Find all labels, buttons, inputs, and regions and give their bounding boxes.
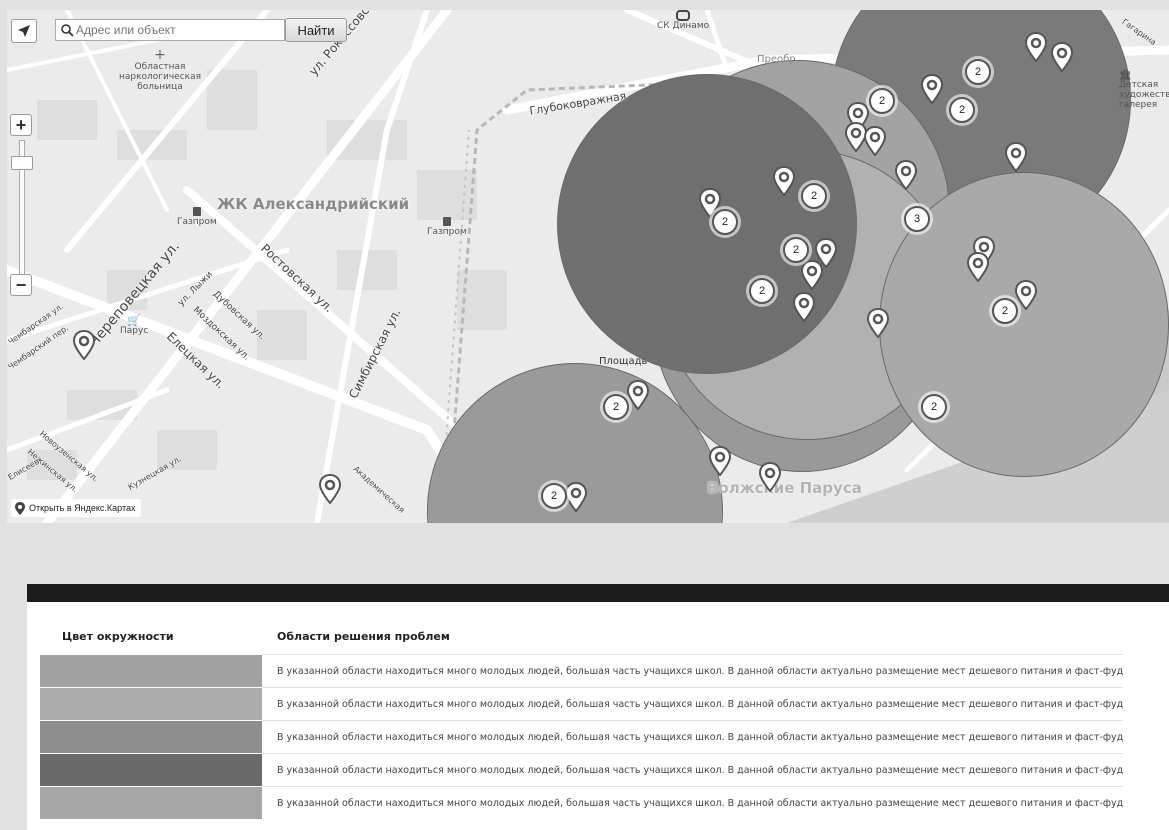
location-pin-icon[interactable] [709,446,731,476]
column-header-problems: Области решения проблем [277,629,450,643]
cluster-marker[interactable]: 2 [921,394,947,420]
poi-gazprom-2: Газпром [427,217,467,238]
color-swatch [40,786,262,819]
district-aleksandriyskiy: ЖК Александрийский [217,195,410,213]
poi-gazprom-1: Газпром [177,207,217,228]
table-row: В указанной области находиться много мол… [40,720,1124,754]
hospital-icon: + [154,47,166,63]
location-pin-icon[interactable] [627,380,649,410]
color-swatch [40,753,262,787]
district-volzhskie: Волжские Паруса [707,479,862,497]
poi-gazprom-2-label: Газпром [427,227,467,237]
stadium-icon [676,10,691,21]
poi-dinamo: СК Динамо [657,10,709,32]
table-header-row: Цвет окружности Области решения проблем [40,625,1123,655]
color-swatch [40,720,262,754]
location-pin-icon[interactable] [801,260,823,290]
poi-preobr: Преобр [757,54,796,65]
zoom-out-button[interactable]: − [10,274,32,296]
location-pin-icon[interactable] [1005,142,1027,172]
legend-table: Цвет окружности Области решения проблем … [40,625,1124,819]
location-pin-icon[interactable] [73,330,95,360]
poi-ploshad: Площадь [599,356,648,367]
table-row: В указанной области находиться много мол… [40,654,1124,688]
location-pin-icon[interactable] [565,482,587,512]
cluster-marker[interactable]: 2 [541,483,567,509]
poi-dinamo-label: СК Динамо [657,21,710,31]
cluster-marker[interactable]: 2 [949,97,975,123]
problem-description: В указанной области находиться много мол… [262,654,1124,688]
location-pin-icon[interactable] [793,292,815,322]
problem-description: В указанной области находиться много мол… [262,720,1124,754]
color-swatch [40,687,262,721]
cluster-marker[interactable]: 2 [749,278,775,304]
geolocation-button[interactable] [11,19,37,43]
poi-hospital-label: Областная наркологическая больница [118,62,202,93]
location-pin-icon[interactable] [1025,32,1047,62]
cluster-marker[interactable]: 3 [904,206,930,232]
location-pin-icon[interactable] [864,126,886,156]
location-arrow-icon [18,25,30,37]
location-pin-icon[interactable] [1051,42,1073,72]
color-swatch [40,654,262,688]
poi-parus-label: Парус [120,326,149,337]
cluster-marker[interactable]: 2 [712,209,738,235]
poi-gallery-label: Детская художественная галерея [1119,80,1169,110]
location-pin-icon[interactable] [867,308,889,338]
zoom-in-button[interactable]: + [10,114,32,136]
poi-hospital: + Областная наркологическая больница [115,47,205,93]
table-row: В указанной области находиться много мол… [40,753,1124,787]
cluster-marker[interactable]: 2 [603,394,629,420]
problem-description: В указанной области находиться много мол… [262,753,1124,787]
problem-description: В указанной области находиться много мол… [262,786,1124,819]
legend-panel: Цвет окружности Области решения проблем … [27,584,1169,830]
cluster-marker[interactable]: 2 [992,298,1018,324]
poi-gazprom-1-label: Газпром [177,217,217,227]
location-pin-icon[interactable] [759,462,781,492]
poi-gallery: 🏛 Детская художественная галерея [1119,70,1169,111]
location-pin-icon[interactable] [895,160,917,190]
poi-parus: 🛒 Парус [120,314,149,337]
problem-description: В указанной области находиться много мол… [262,687,1124,721]
location-pin-icon[interactable] [967,252,989,282]
search-icon [61,24,74,37]
location-pin-icon[interactable] [773,166,795,196]
location-pin-icon[interactable] [319,474,341,504]
table-row: В указанной области находиться много мол… [40,786,1124,819]
circle-f[interactable] [557,74,857,374]
cluster-marker[interactable]: 2 [801,183,827,209]
table-row: В указанной области находиться много мол… [40,687,1124,721]
column-header-color: Цвет окружности [62,629,174,643]
open-in-yandex-maps-link[interactable]: Открыть в Яндекс.Картах [11,499,142,517]
location-pin-icon[interactable] [921,74,943,104]
map-pin-icon [15,501,25,515]
map-view[interactable]: + Областная наркологическая больница ул.… [7,10,1169,523]
location-pin-icon[interactable] [1015,280,1037,310]
fuel-icon [192,207,201,216]
cluster-marker[interactable]: 2 [869,88,895,114]
search-field[interactable] [55,19,285,41]
cluster-marker[interactable]: 2 [965,59,991,85]
panel-header-bar [27,584,1169,602]
search-button[interactable]: Найти [285,18,347,42]
cluster-marker[interactable]: 2 [783,237,809,263]
open-in-yandex-label: Открыть в Яндекс.Картах [29,503,136,513]
fuel-icon [442,217,451,226]
search-input[interactable] [74,23,278,37]
zoom-slider-handle[interactable] [11,156,33,170]
